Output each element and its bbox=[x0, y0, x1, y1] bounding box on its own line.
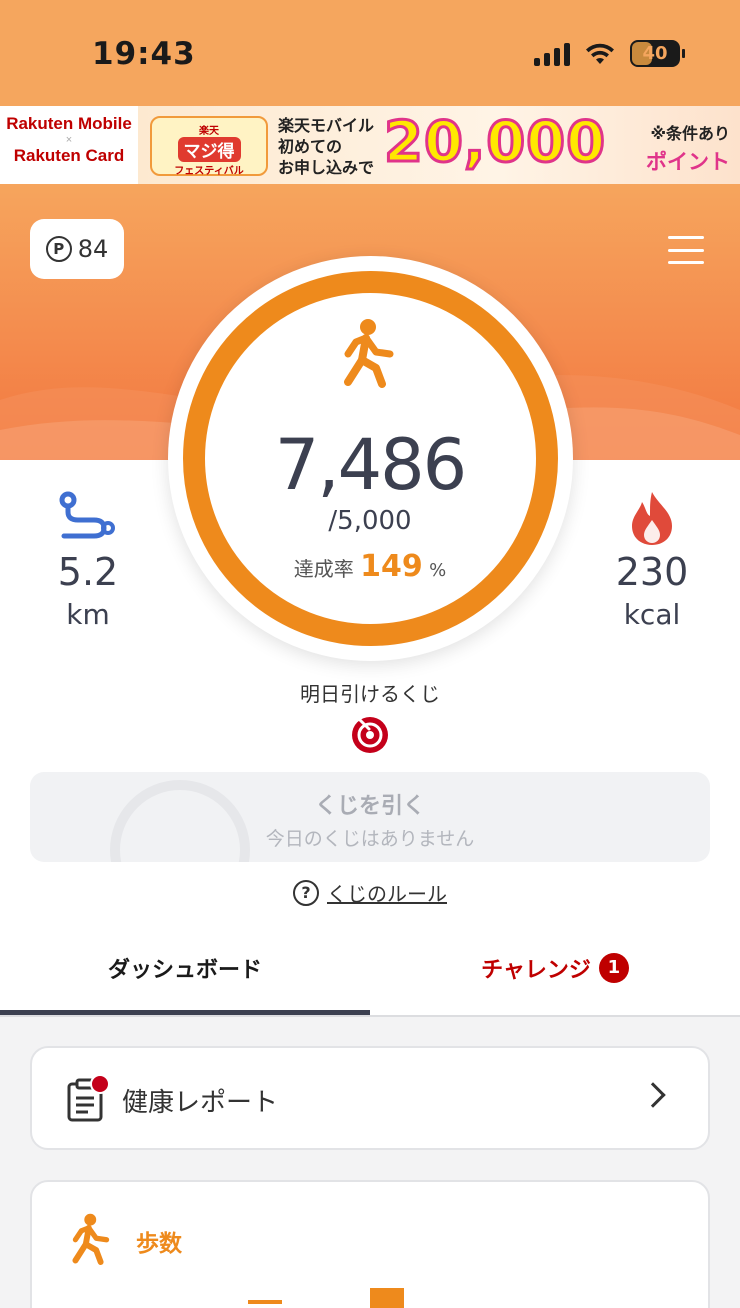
status-bar: 19:43 40 bbox=[0, 0, 740, 106]
distance-unit: km bbox=[66, 598, 110, 631]
points-badge[interactable]: P 84 bbox=[30, 219, 124, 279]
battery-icon: 40 bbox=[630, 40, 685, 67]
ad-amount: 20,000 bbox=[382, 109, 607, 177]
achievement-rate: 達成率 149 % bbox=[170, 549, 570, 584]
calories-unit: kcal bbox=[623, 598, 681, 631]
tab-challenge-label: チャレンジ bbox=[481, 958, 591, 983]
steps-count: 7,486 bbox=[274, 424, 467, 506]
calories-value: 230 bbox=[615, 550, 689, 594]
rate-label: 達成率 bbox=[293, 557, 354, 581]
point-icon: P bbox=[45, 236, 72, 262]
calories-stat: 230 kcal bbox=[604, 490, 700, 631]
steps-chart-card[interactable]: 歩数 bbox=[30, 1180, 710, 1308]
ad-text: 楽天モバイル 初めての お申し込みで bbox=[278, 115, 374, 178]
draw-lottery-sublabel: 今日のくじはありません bbox=[265, 828, 475, 850]
ad-text-line: 楽天モバイル bbox=[278, 116, 375, 135]
health-report-label: 健康レポート bbox=[122, 1088, 279, 1118]
ad-text-line: 初めての bbox=[278, 137, 343, 156]
ad-fest-tiny: フェスティバル bbox=[174, 166, 244, 177]
chevron-right-icon bbox=[640, 1082, 666, 1108]
ad-brand-logos: Rakuten Mobile × Rakuten Card bbox=[0, 106, 138, 184]
rate-value: 149 bbox=[360, 549, 423, 584]
tab-dashboard[interactable]: ダッシュボード bbox=[0, 940, 370, 1015]
ad-festival-logo: 楽天 マジ得 フェスティバル bbox=[150, 116, 268, 177]
chart-bar bbox=[370, 1288, 404, 1308]
steps-goal: /5,000 bbox=[328, 506, 412, 536]
flame-icon bbox=[632, 492, 672, 545]
rate-unit: % bbox=[429, 560, 447, 581]
draw-lottery-button[interactable]: くじを引く 今日のくじはありません bbox=[30, 772, 710, 862]
status-icons: 40 bbox=[534, 40, 685, 67]
ad-banner[interactable]: Rakuten Mobile × Rakuten Card 楽天 マジ得 フェス… bbox=[0, 106, 740, 184]
steps-card-title: 歩数 bbox=[136, 1231, 182, 1257]
chart-bar bbox=[248, 1300, 282, 1304]
tab-challenge[interactable]: チャレンジ 1 bbox=[370, 940, 740, 1015]
walking-person-icon bbox=[344, 319, 394, 388]
status-time: 19:43 bbox=[92, 36, 196, 72]
ad-brand-top: Rakuten Mobile bbox=[6, 114, 132, 133]
notification-dot bbox=[90, 1074, 110, 1094]
lottery-target-icon bbox=[352, 715, 388, 753]
challenge-count-badge: 1 bbox=[598, 953, 629, 983]
lottery-title: 明日引けるくじ bbox=[300, 682, 440, 706]
ad-fest-big: マジ得 bbox=[177, 137, 241, 162]
wifi-icon bbox=[586, 43, 614, 64]
ad-brand-bottom: Rakuten Card bbox=[13, 146, 125, 165]
ad-point-unit: ポイント bbox=[646, 150, 730, 174]
battery-level: 40 bbox=[642, 43, 668, 64]
walking-person-icon bbox=[72, 1213, 110, 1265]
health-report-card[interactable]: 健康レポート bbox=[30, 1046, 710, 1150]
question-icon: ? bbox=[293, 879, 319, 906]
tab-bar: ダッシュボード チャレンジ 1 bbox=[0, 940, 740, 1017]
tab-dashboard-label: ダッシュボード bbox=[107, 958, 262, 983]
rules-link-text[interactable]: くじのルール bbox=[327, 878, 447, 907]
ad-promo: 楽天 マジ得 フェスティバル 楽天モバイル 初めての お申し込みで 20,000… bbox=[138, 106, 740, 184]
distance-stat: 5.2 km bbox=[40, 490, 136, 631]
draw-lottery-label: くじを引く bbox=[314, 794, 425, 819]
ad-note: ※条件あり bbox=[650, 124, 730, 143]
hamburger-menu-icon[interactable] bbox=[668, 236, 704, 264]
ad-fest-small: 楽天 bbox=[199, 126, 219, 137]
lottery-rules-link[interactable]: ? くじのルール bbox=[0, 878, 740, 907]
cellular-signal-icon bbox=[534, 42, 570, 66]
points-value: 84 bbox=[77, 235, 109, 263]
ad-text-line: お申し込みで bbox=[278, 158, 375, 177]
route-icon bbox=[59, 491, 115, 539]
distance-value: 5.2 bbox=[57, 550, 119, 594]
ad-brand-sep: × bbox=[65, 134, 73, 146]
